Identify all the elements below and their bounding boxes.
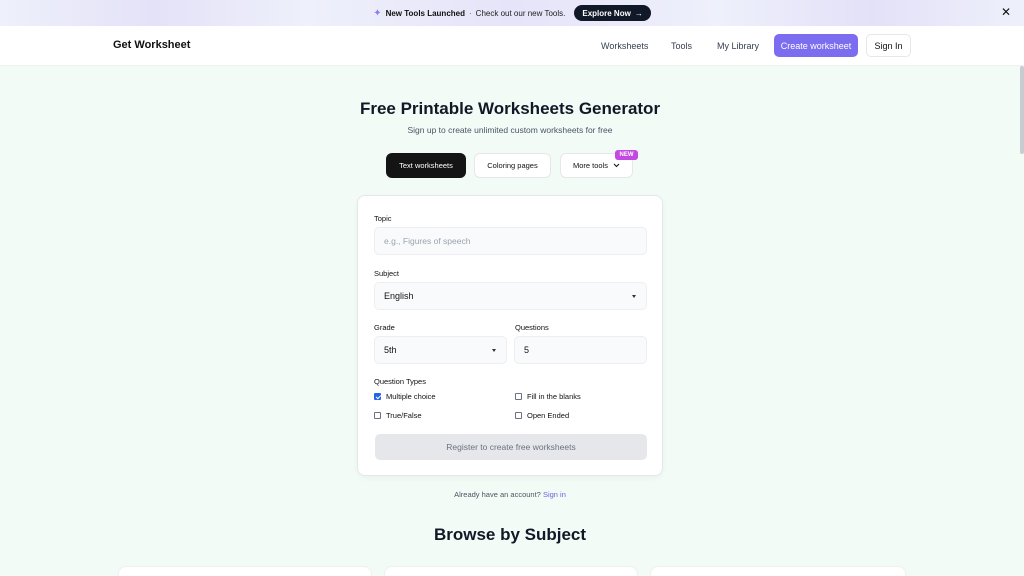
sign-in-prompt-text: Already have an account? (454, 490, 541, 499)
arrow-right-icon: → (634, 8, 643, 18)
sign-in-button[interactable]: Sign In (866, 34, 911, 57)
checkbox-true-false[interactable]: True/False (374, 411, 422, 420)
subject-label: Subject (374, 269, 400, 278)
subject-card[interactable] (118, 566, 372, 576)
announcement-message: Check out our new Tools. (475, 8, 566, 18)
sparkle-icon: ✦ (373, 7, 382, 19)
checkbox-checked-icon[interactable] (374, 393, 381, 400)
tab-text-worksheets[interactable]: Text worksheets (386, 153, 466, 178)
grade-label: Grade (374, 323, 395, 332)
new-badge: NEW (615, 150, 638, 160)
checkbox-label: Fill in the blanks (527, 392, 581, 401)
worksheet-form-card: Topic e.g., Figures of speech Subject En… (357, 195, 663, 476)
sign-in-prompt: Already have an account? Sign in (0, 490, 1020, 499)
checkbox-multiple-choice[interactable]: Multiple choice (374, 392, 436, 401)
checkbox-label: Open Ended (527, 411, 570, 420)
checkbox-unchecked-icon[interactable] (515, 412, 522, 419)
page-scrollbar[interactable] (1020, 66, 1024, 154)
questions-value: 5 (524, 345, 530, 355)
create-worksheet-button[interactable]: Create worksheet (774, 34, 858, 57)
subject-card[interactable] (384, 566, 638, 576)
checkbox-open-ended[interactable]: Open Ended (515, 411, 569, 420)
nav-link-tools[interactable]: Tools (671, 41, 692, 51)
top-navbar: Get Worksheet Worksheets Tools My Librar… (0, 26, 1024, 66)
sign-in-link[interactable]: Sign in (543, 490, 566, 499)
page-title: Free Printable Worksheets Generator (359, 99, 661, 118)
tab-coloring-pages[interactable]: Coloring pages (474, 153, 551, 178)
register-button[interactable]: Register to create free worksheets (375, 434, 647, 460)
subject-value: English (384, 291, 414, 301)
question-types-label: Question Types (374, 377, 426, 386)
nav-link-worksheets[interactable]: Worksheets (601, 41, 648, 51)
announcement-bar: ✦ New Tools Launched · Check out our new… (0, 0, 1024, 26)
checkbox-unchecked-icon[interactable] (374, 412, 381, 419)
checkbox-unchecked-icon[interactable] (515, 393, 522, 400)
page-subtitle: Sign up to create unlimited custom works… (407, 125, 613, 135)
chevron-down-icon (613, 163, 620, 168)
caret-down-icon (632, 295, 636, 298)
grade-select[interactable]: 5th (374, 336, 507, 364)
more-tools-label: More tools (572, 161, 608, 170)
announcement-title: New Tools Launched (385, 8, 465, 18)
topic-label: Topic (374, 214, 392, 223)
checkbox-label: Multiple choice (386, 392, 436, 401)
subject-card[interactable] (650, 566, 906, 576)
announcement-separator: · (469, 8, 472, 18)
explore-now-button[interactable]: Explore Now → (574, 5, 651, 21)
checkbox-label: True/False (386, 411, 422, 420)
caret-down-icon (492, 349, 496, 352)
brand-logo[interactable]: Get Worksheet (113, 39, 190, 51)
nav-link-my-library[interactable]: My Library (717, 41, 759, 51)
browse-heading: Browse by Subject (433, 525, 587, 544)
checkbox-fill-in-blanks[interactable]: Fill in the blanks (515, 392, 581, 401)
subject-select[interactable]: English (374, 282, 647, 310)
grade-value: 5th (384, 345, 397, 355)
questions-input[interactable]: 5 (514, 336, 647, 364)
topic-input[interactable]: e.g., Figures of speech (374, 227, 647, 255)
questions-label: Questions (515, 323, 549, 332)
close-icon[interactable]: ✕ (1001, 6, 1011, 18)
explore-now-label: Explore Now (582, 8, 631, 18)
